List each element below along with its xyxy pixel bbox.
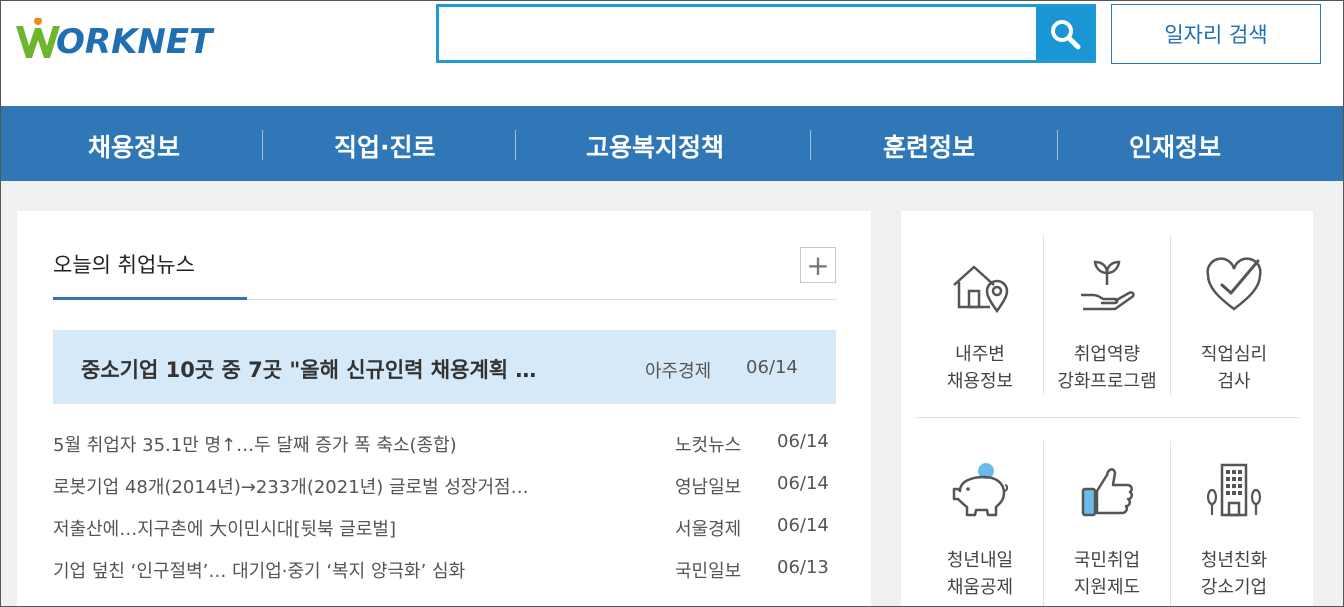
news-item[interactable]: 로봇기업 48개(2014년)→233개(2021년) 글로벌 성장거점… 영남… [53, 473, 836, 515]
search-input[interactable] [439, 7, 1036, 60]
news-title: 로봇기업 48개(2014년)→233개(2021년) 글로벌 성장거점… [53, 477, 529, 498]
more-news-button[interactable]: + [800, 247, 836, 283]
news-list: 5월 취업자 35.1만 명↑…두 달째 증가 폭 축소(종합) 노컷뉴스 06… [53, 431, 836, 599]
search-box [436, 4, 1096, 63]
news-source: 노컷뉴스 [675, 435, 742, 456]
news-item[interactable]: 기업 덮친 ‘인구절벽’… 대기업·중기 ‘복지 양극화’ 심화 국민일보 06… [53, 557, 836, 599]
news-title: 기업 덮친 ‘인구절벽’… 대기업·중기 ‘복지 양극화’ 심화 [53, 561, 466, 582]
nav-item-employment-welfare[interactable]: 고용복지정책 [586, 128, 724, 164]
logo-text: ORKNET [56, 22, 213, 62]
service-employment-capacity-program[interactable]: 취업역량 강화프로그램 [1044, 233, 1170, 403]
service-nearby-jobs[interactable]: 내주변 채용정보 [917, 233, 1043, 403]
nav-item-career[interactable]: 직업·진로 [334, 128, 436, 164]
nav-item-talent[interactable]: 인재정보 [1129, 128, 1221, 164]
nav-divider [810, 130, 811, 160]
worknet-logo[interactable]: ORKNET [14, 8, 254, 64]
service-label: 취업역량 강화프로그램 [1057, 344, 1157, 392]
news-source: 영남일보 [675, 477, 742, 498]
news-title: 저출산에…지구촌에 大이민시대[뒷북 글로벌] [53, 519, 397, 540]
service-youth-savings[interactable]: 청년내일 채움공제 [917, 439, 1043, 607]
headline-news[interactable]: 중소기업 10곳 중 7곳 "올해 신규인력 채용계획 … 아주경제 06/14 [53, 330, 836, 404]
news-date: 06/14 [777, 515, 829, 536]
job-search-button[interactable]: 일자리 검색 [1111, 4, 1321, 64]
divider [915, 417, 1299, 418]
search-button[interactable] [1036, 7, 1093, 60]
news-item[interactable]: 저출산에…지구촌에 大이민시대[뒷북 글로벌] 서울경제 06/14 [53, 515, 836, 557]
main-nav: 채용정보 직업·진로 고용복지정책 훈련정보 인재정보 [1, 106, 1343, 181]
headline-date: 06/14 [746, 357, 798, 378]
main-content: 오늘의 취업뉴스 + 중소기업 10곳 중 7곳 "올해 신규인력 채용계획 …… [1, 181, 1343, 607]
nav-item-training[interactable]: 훈련정보 [883, 128, 975, 164]
divider [247, 299, 837, 300]
service-label: 내주변 채용정보 [946, 344, 1014, 392]
service-label: 국민취업 지원제도 [1073, 550, 1141, 598]
piggy-bank-icon [952, 463, 1009, 517]
service-label: 청년친화 강소기업 [1200, 550, 1268, 598]
nav-item-recruitment[interactable]: 채용정보 [88, 128, 180, 164]
hand-sprout-icon [1081, 260, 1135, 311]
news-date: 06/14 [777, 431, 829, 452]
headline-title: 중소기업 10곳 중 7곳 "올해 신규인력 채용계획 … [81, 358, 537, 382]
house-location-icon [953, 265, 1009, 314]
nav-divider [262, 130, 263, 160]
logo-w-icon [16, 18, 60, 58]
news-source: 국민일보 [675, 561, 742, 582]
thumbs-up-icon [1081, 468, 1133, 517]
news-date: 06/14 [777, 473, 829, 494]
news-item[interactable]: 5월 취업자 35.1만 명↑…두 달째 증가 폭 축소(종합) 노컷뉴스 06… [53, 431, 836, 473]
service-label: 직업심리 검사 [1200, 344, 1268, 392]
tab-active-indicator [53, 297, 247, 300]
news-title: 5월 취업자 35.1만 명↑…두 달째 증가 폭 축소(종합) [53, 435, 457, 456]
news-source: 서울경제 [675, 519, 742, 540]
headline-source: 아주경제 [645, 361, 712, 382]
service-national-employment-support[interactable]: 국민취업 지원제도 [1044, 439, 1170, 607]
heart-check-icon [1206, 257, 1262, 311]
news-panel: 오늘의 취업뉴스 + 중소기업 10곳 중 7곳 "올해 신규인력 채용계획 …… [17, 211, 871, 607]
building-icon [1206, 463, 1262, 517]
quick-services-panel: 내주변 채용정보 취업역량 강화프로그램 직업심리 검사 청년내일 채움공제 국… [901, 211, 1313, 607]
service-label: 청년내일 채움공제 [946, 550, 1014, 598]
search-icon [1050, 19, 1080, 49]
header: ORKNET 일자리 검색 [0, 0, 1344, 106]
service-youth-friendly-company[interactable]: 청년친화 강소기업 [1171, 439, 1297, 607]
tab-today-news[interactable]: 오늘의 취업뉴스 [53, 249, 195, 279]
news-date: 06/13 [777, 557, 829, 578]
nav-divider [515, 130, 516, 160]
service-career-psychology-test[interactable]: 직업심리 검사 [1171, 233, 1297, 403]
nav-divider [1057, 130, 1058, 160]
